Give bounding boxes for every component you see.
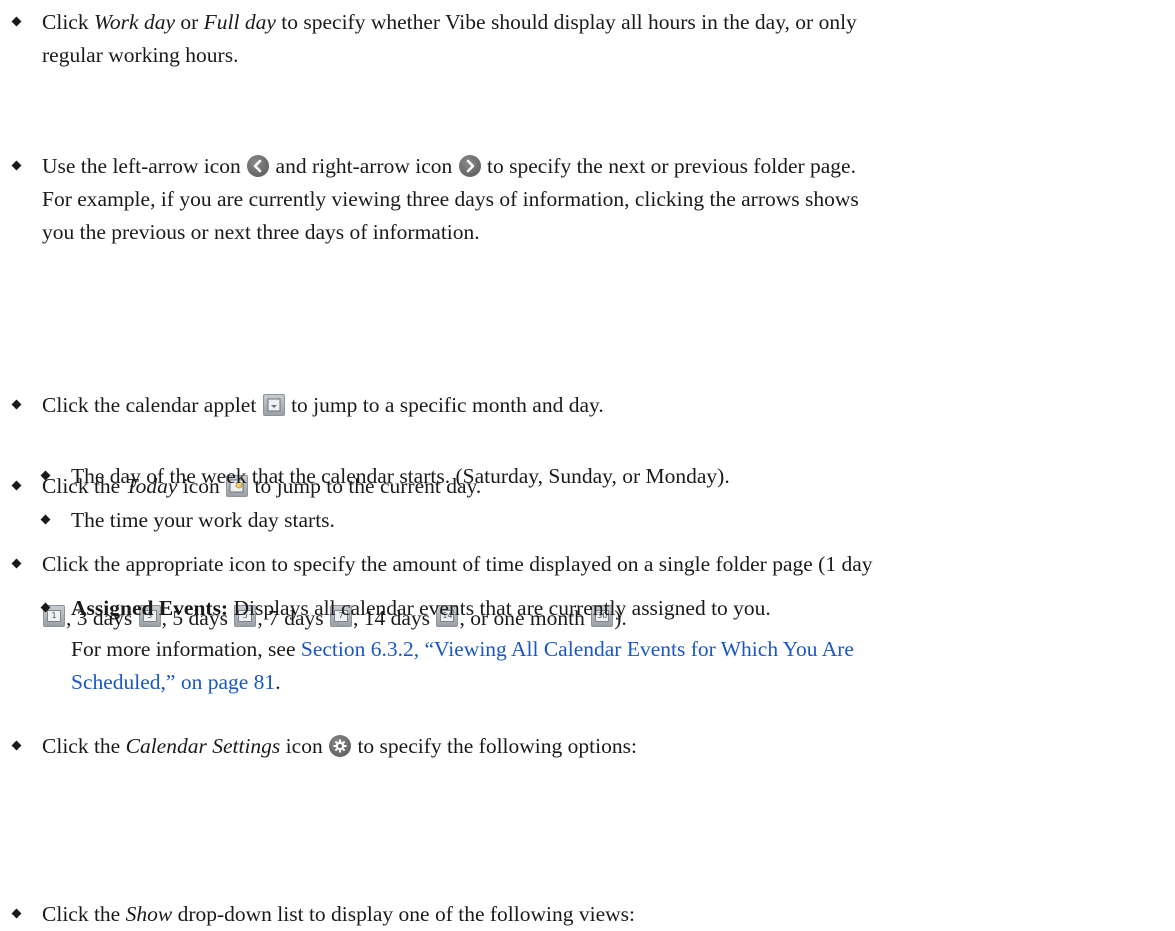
- list-item: Use the left-arrow icon and right-arrow …: [0, 150, 1175, 249]
- list-item: Click Work day or Full day to specify wh…: [0, 6, 1175, 72]
- list-item: Click the Calendar Settings icon to spec…: [0, 730, 1175, 763]
- text: .: [275, 670, 281, 694]
- text: The time your work day starts.: [71, 508, 335, 532]
- sub-list-item: The day of the week that the calendar st…: [29, 460, 1175, 493]
- work-day-term: Work day: [93, 10, 175, 34]
- bullet-icon: [11, 740, 22, 751]
- assigned-events-term: Assigned Events:: [71, 596, 229, 620]
- bullet-icon: [11, 16, 22, 27]
- sub-list: The time your work day starts.: [0, 504, 1175, 537]
- note-paragraph: For more information, see Section 6.3.2,…: [71, 633, 1175, 699]
- list-item: Click the calendar applet to jump to a s…: [0, 389, 1175, 422]
- section-link-continued[interactable]: Scheduled,” on page 81: [71, 670, 275, 694]
- bullet-icon: [40, 602, 51, 613]
- right-arrow-icon: [458, 155, 481, 177]
- text: you the previous or next three days of i…: [42, 220, 480, 244]
- text: to specify whether Vibe should display a…: [275, 10, 857, 34]
- calendar-applet-icon: [262, 394, 285, 416]
- text: The day of the week that the calendar st…: [71, 464, 730, 488]
- text: Displays all calendar events that are cu…: [228, 596, 771, 620]
- text: For more information, see: [71, 637, 301, 661]
- text: regular working hours.: [42, 43, 239, 67]
- bullet-icon: [11, 558, 22, 569]
- left-arrow-icon: [247, 155, 270, 177]
- sub-list-item: The time your work day starts.: [29, 504, 1175, 537]
- gear-icon: [329, 735, 352, 757]
- text: and right-arrow icon: [270, 154, 458, 178]
- text: to specify the following options:: [352, 734, 637, 758]
- bullet-icon: [40, 514, 51, 525]
- sub-list-item: Assigned Events: Displays all calendar e…: [29, 592, 1175, 699]
- text: or: [174, 10, 204, 34]
- full-day-term: Full day: [203, 10, 276, 34]
- text: to specify the next or previous folder p…: [481, 154, 856, 178]
- sub-list: The day of the week that the calendar st…: [0, 460, 1175, 493]
- section-link[interactable]: Section 6.3.2, “Viewing All Calendar Eve…: [301, 637, 854, 661]
- text: to jump to a specific month and day.: [285, 393, 604, 417]
- sub-list: Assigned Events: Displays all calendar e…: [0, 592, 1175, 699]
- text: For example, if you are currently viewin…: [42, 187, 859, 211]
- text: Click: [42, 10, 94, 34]
- calendar-settings-term: Calendar Settings: [125, 734, 281, 758]
- bullet-icon: [11, 908, 22, 919]
- list-item: Click the Show drop-down list to display…: [0, 898, 1175, 931]
- text: Click the: [42, 902, 126, 926]
- text: Click the appropriate icon to specify th…: [42, 552, 873, 576]
- text: icon: [280, 734, 329, 758]
- bullet-icon: [11, 399, 22, 410]
- bullet-icon: [11, 160, 22, 171]
- text: drop-down list to display one of the fol…: [172, 902, 635, 926]
- text: Click the calendar applet: [42, 393, 262, 417]
- text: Use the left-arrow icon: [42, 154, 247, 178]
- bullet-icon: [40, 470, 51, 481]
- text: Click the: [42, 734, 126, 758]
- document-page: Click Work day or Full day to specify wh…: [0, 0, 1175, 926]
- show-term: Show: [125, 902, 173, 926]
